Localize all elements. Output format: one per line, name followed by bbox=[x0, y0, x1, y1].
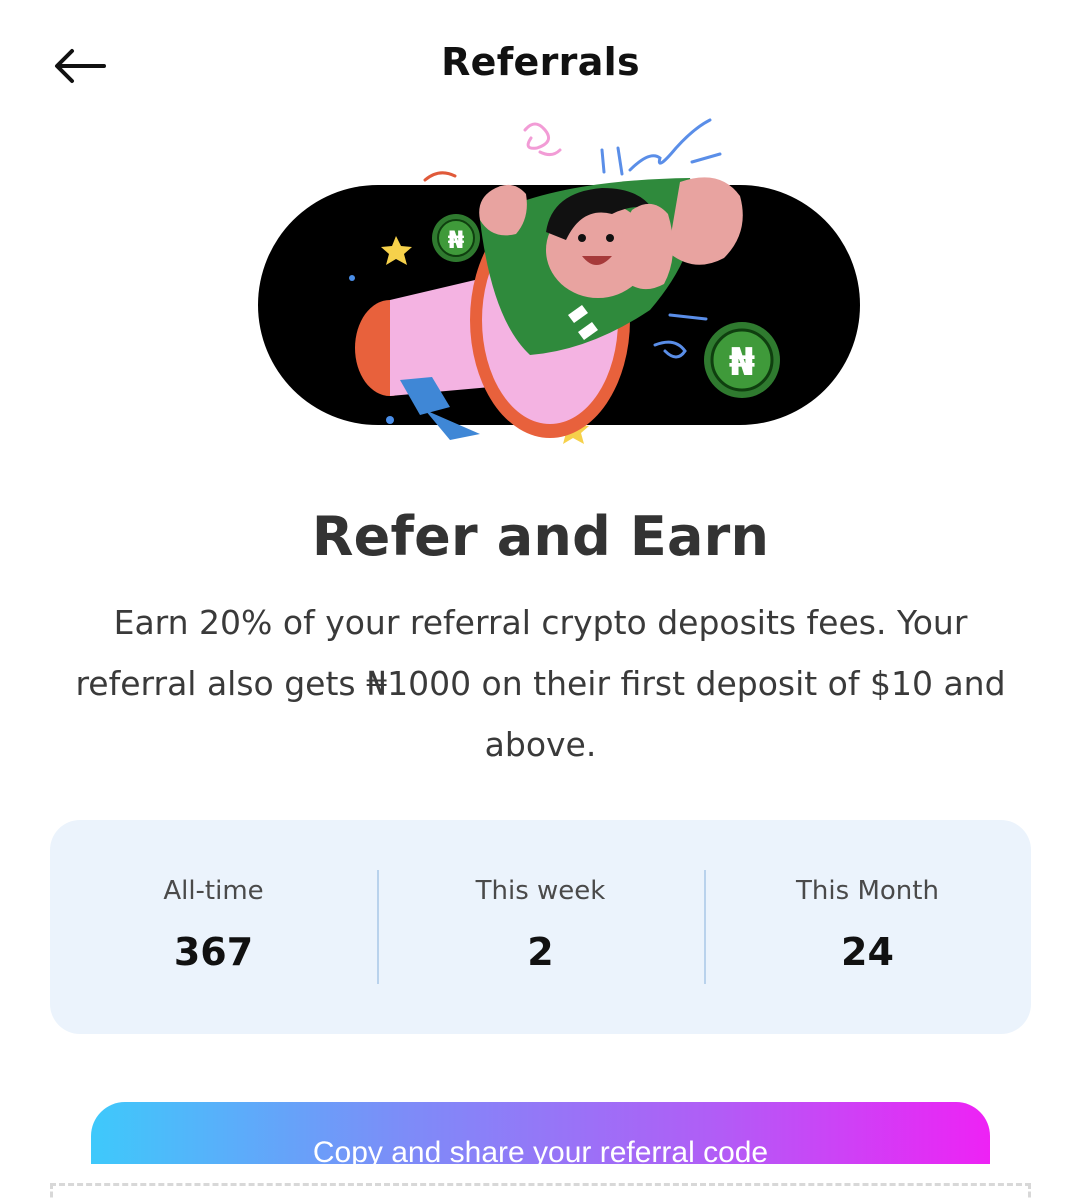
page-title: Referrals bbox=[441, 40, 640, 84]
description: Earn 20% of your referral crypto deposit… bbox=[75, 603, 1006, 764]
stat-value: 367 bbox=[173, 930, 254, 974]
cta-label: Copy and share your referral code bbox=[312, 1136, 769, 1164]
stat-label: This week bbox=[475, 876, 606, 906]
hero-illustration: ₦ ₦ bbox=[230, 110, 890, 460]
stat-all-time: All-time 367 bbox=[50, 820, 377, 1034]
stat-label: This Month bbox=[796, 876, 939, 906]
svg-text:₦: ₦ bbox=[729, 340, 755, 384]
stat-this-month: This Month 24 bbox=[704, 820, 1031, 1034]
stat-label: All-time bbox=[163, 876, 264, 906]
stat-value: 2 bbox=[527, 930, 554, 974]
svg-text:₦: ₦ bbox=[448, 226, 465, 254]
stat-value: 24 bbox=[841, 930, 894, 974]
copy-referral-code-button[interactable]: Copy and share your referral code bbox=[91, 1102, 990, 1164]
stat-this-week: This week 2 bbox=[377, 820, 704, 1034]
headline: Refer and Earn bbox=[311, 505, 770, 568]
referral-stats-card: All-time 367 This week 2 This Month 24 bbox=[50, 820, 1031, 1034]
referral-code-box[interactable] bbox=[50, 1183, 1031, 1200]
